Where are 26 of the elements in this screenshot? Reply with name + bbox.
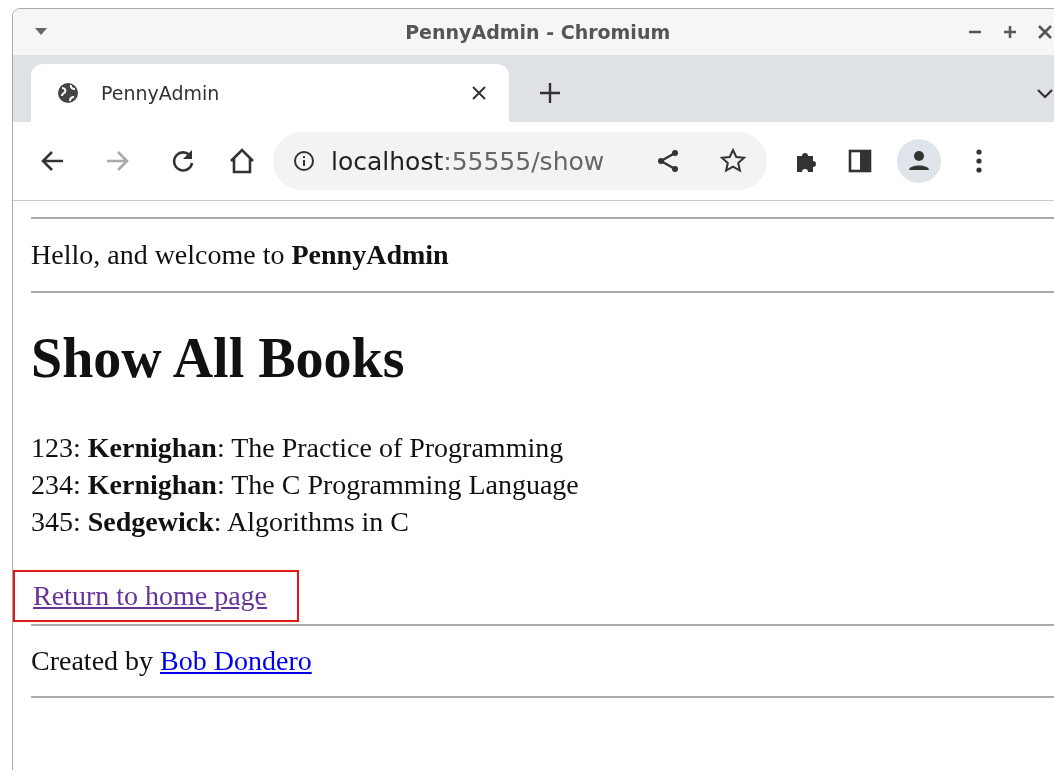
welcome-text: Hello, and welcome to PennyAdmin <box>31 238 450 272</box>
globe-icon <box>57 82 79 104</box>
browser-tab[interactable]: PennyAdmin <box>31 64 509 122</box>
window-title: PennyAdmin - Chromium <box>405 21 671 43</box>
new-tab-icon[interactable] <box>539 82 561 104</box>
book-entry: 234: Kernighan: The C Programming Language <box>31 468 580 502</box>
chevron-down-icon[interactable] <box>1036 88 1054 100</box>
more-menu-icon[interactable] <box>975 147 983 175</box>
return-home-link[interactable]: Return to home page <box>33 580 268 611</box>
info-icon[interactable] <box>293 150 315 172</box>
url-text: localhost:55555/show <box>331 146 605 176</box>
maximize-icon[interactable] <box>1002 24 1018 40</box>
side-panel-icon[interactable] <box>847 148 873 174</box>
author-link[interactable]: Bob Dondero <box>160 645 312 676</box>
profile-avatar-icon[interactable] <box>897 139 941 183</box>
tab-title: PennyAdmin <box>101 82 220 104</box>
share-icon[interactable] <box>655 148 681 174</box>
book-entry: 123: Kernighan: The Practice of Programming <box>31 431 565 465</box>
page-heading: Show All Books <box>31 326 406 391</box>
menu-caret-icon[interactable] <box>35 28 47 36</box>
book-entry: 345: Sedgewick: Algorithms in C <box>31 505 411 539</box>
star-icon[interactable] <box>719 147 747 175</box>
close-icon[interactable] <box>471 85 487 101</box>
address-bar[interactable]: localhost:55555/show <box>273 132 767 190</box>
close-icon[interactable] <box>1037 24 1053 40</box>
footer-text: Created by <box>31 645 154 676</box>
